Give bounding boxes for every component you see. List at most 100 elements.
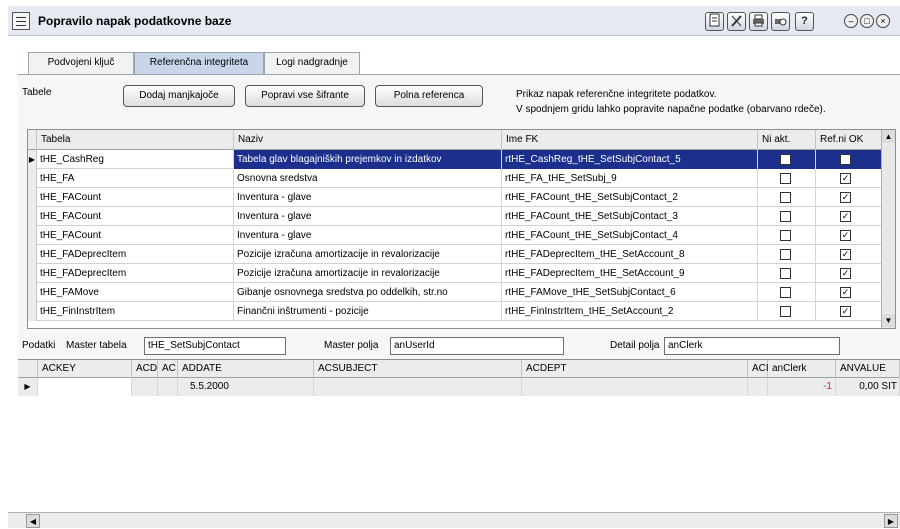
cell-ime-fk[interactable]: rtHE_FA_tHE_SetSubj_9 [502,169,758,188]
ref-ok-checkbox[interactable]: ✓ [840,192,851,203]
print-icon[interactable] [749,12,768,31]
ref-ok-checkbox[interactable]: ✓ [840,154,851,165]
tab-upgrade-logs[interactable]: Logi nadgradnje [264,52,360,74]
ni-akt-checkbox[interactable] [780,173,791,184]
cell-anvalue[interactable]: 0,00 SIT [836,378,900,396]
ni-akt-checkbox[interactable] [780,249,791,260]
cell-naziv[interactable]: Inventura - glave [234,226,502,245]
detail-grid[interactable]: ACKEY ACD AC ADDATE ACSUBJECT ACDEPT ACI… [18,359,900,529]
document-icon[interactable] [705,12,724,31]
detail-field-input[interactable]: anClerk [664,337,840,355]
ni-akt-checkbox[interactable] [780,211,791,222]
cell-tabela[interactable]: tHE_FADeprecItem [37,245,234,264]
column-header-acdept[interactable]: ACDEPT [522,360,748,378]
cell-naziv[interactable]: Tabela glav blagajniških prejemkov in iz… [234,150,502,169]
vertical-scrollbar[interactable]: ▲ ▼ [881,130,895,328]
column-header-ni-akt[interactable]: Ni akt. [758,130,816,150]
cell-ime-fk[interactable]: rtHE_FACount_tHE_SetSubjContact_4 [502,226,758,245]
cell-ime-fk[interactable]: rtHE_FinInstrItem_tHE_SetAccount_2 [502,302,758,321]
table-row[interactable]: tHE_FAMove Gibanje osnovnega sredstva po … [28,283,895,302]
cell-ime-fk[interactable]: rtHE_FAMove_tHE_SetSubjContact_6 [502,283,758,302]
close-icon[interactable]: × [876,14,890,28]
cell-tabela[interactable]: tHE_FACount [37,188,234,207]
cell-naziv[interactable]: Gibanje osnovnega sredstva po oddelkih, … [234,283,502,302]
scroll-up-icon[interactable]: ▲ [882,130,895,143]
integrity-grid[interactable]: Tabela Naziv Ime FK Ni akt. Ref.ni OK ▶ t… [27,129,896,329]
ref-ok-checkbox[interactable]: ✓ [840,249,851,260]
column-header-acsubject[interactable]: ACSUBJECT [314,360,522,378]
ref-ok-checkbox[interactable]: ✓ [840,211,851,222]
cell-naziv[interactable]: Pozicije izračuna amortizacije in revalo… [234,264,502,283]
cell-tabela[interactable]: tHE_CashReg [37,150,234,169]
cell-naziv[interactable]: Inventura - glave [234,188,502,207]
column-header-tabela[interactable]: Tabela [37,130,234,150]
maximize-icon[interactable]: □ [860,14,874,28]
full-reference-button[interactable]: Polna referenca [375,85,483,107]
ni-akt-checkbox[interactable] [780,230,791,241]
cell-naziv[interactable]: Finančni inštrumenti - pozicije [234,302,502,321]
ref-ok-checkbox[interactable]: ✓ [840,306,851,317]
cell-naziv[interactable]: Inventura - glave [234,207,502,226]
table-row[interactable]: tHE_FinInstrItem Finančni inštrumenti - p… [28,302,895,321]
cell-naziv[interactable]: Pozicije izračuna amortizacije in revalo… [234,245,502,264]
cell-acdept[interactable] [522,378,748,396]
table-row[interactable]: tHE_FACount Inventura - glave rtHE_FACount… [28,226,895,245]
column-header-ref-ok[interactable]: Ref.ni OK [816,130,882,150]
cell-ackey[interactable] [38,378,132,396]
horizontal-scrollbar[interactable]: ◀ ▶ [8,512,900,528]
cell-tabela[interactable]: tHE_FAMove [37,283,234,302]
scroll-down-icon[interactable]: ▼ [882,314,895,327]
cell-ime-fk[interactable]: rtHE_FACount_tHE_SetSubjContact_2 [502,188,758,207]
print-preview-icon[interactable] [771,12,790,31]
fix-all-codes-button[interactable]: Popravi vse šifrante [245,85,365,107]
cell-tabela[interactable]: tHE_FACount [37,226,234,245]
ni-akt-checkbox[interactable] [780,192,791,203]
ni-akt-checkbox[interactable] [780,154,791,165]
cell-anclerk[interactable]: -1 [768,378,836,396]
cell-acd[interactable] [132,378,158,396]
column-header-aci[interactable]: ACI [748,360,769,378]
column-header-naziv[interactable]: Naziv [234,130,502,150]
cell-aci[interactable] [748,378,768,396]
detail-grid-row[interactable]: ▶ 5.5.2000 -1 0,00 SIT [18,378,900,396]
scroll-right-icon[interactable]: ▶ [884,514,898,528]
column-header-anvalue[interactable]: ANVALUE [836,360,900,378]
column-header-addate[interactable]: ADDATE [178,360,314,378]
cell-tabela[interactable]: tHE_FADeprecItem [37,264,234,283]
column-header-ackey[interactable]: ACKEY [38,360,132,378]
table-row[interactable]: tHE_FADeprecItem Pozicije izračuna amorti… [28,245,895,264]
column-header-ime-fk[interactable]: Ime FK [502,130,758,150]
minimize-icon[interactable]: – [844,14,858,28]
ref-ok-checkbox[interactable]: ✓ [840,287,851,298]
cell-tabela[interactable]: tHE_FinInstrItem [37,302,234,321]
table-row[interactable]: tHE_FADeprecItem Pozicije izračuna amorti… [28,264,895,283]
table-row[interactable]: tHE_FACount Inventura - glave rtHE_FACount… [28,207,895,226]
master-field-input[interactable]: anUserId [390,337,564,355]
ref-ok-checkbox[interactable]: ✓ [840,230,851,241]
ref-ok-checkbox[interactable]: ✓ [840,173,851,184]
ni-akt-checkbox[interactable] [780,268,791,279]
cell-addate[interactable]: 5.5.2000 [178,378,314,396]
cell-ime-fk[interactable]: rtHE_FACount_tHE_SetSubjContact_3 [502,207,758,226]
table-row[interactable]: ▶ tHE_CashReg Tabela glav blagajniških pre… [28,150,895,169]
column-header-acd[interactable]: ACD [132,360,158,378]
help-icon[interactable]: ? [795,12,814,31]
cell-acsubject[interactable] [314,378,522,396]
add-missing-button[interactable]: Dodaj manjkajoče [123,85,235,107]
cell-ime-fk[interactable]: rtHE_FADeprecItem_tHE_SetAccount_9 [502,264,758,283]
table-row[interactable]: tHE_FACount Inventura - glave rtHE_FACount… [28,188,895,207]
master-table-field[interactable]: tHE_SetSubjContact [144,337,286,355]
ni-akt-checkbox[interactable] [780,306,791,317]
column-header-anclerk[interactable]: anClerk [768,360,836,378]
cell-ime-fk[interactable]: rtHE_CashReg_tHE_SetSubjContact_5 [502,150,758,169]
tab-referential-integrity[interactable]: Referenčna integriteta [134,52,264,74]
tools-icon[interactable] [727,12,746,31]
cell-tabela[interactable]: tHE_FA [37,169,234,188]
cell-ime-fk[interactable]: rtHE_FADeprecItem_tHE_SetAccount_8 [502,245,758,264]
cell-ac[interactable] [158,378,178,396]
ni-akt-checkbox[interactable] [780,287,791,298]
cell-naziv[interactable]: Osnovna sredstva [234,169,502,188]
column-header-ac[interactable]: AC [158,360,178,378]
table-row[interactable]: tHE_FA Osnovna sredstva rtHE_FA_tHE_SetSub… [28,169,895,188]
cell-tabela[interactable]: tHE_FACount [37,207,234,226]
